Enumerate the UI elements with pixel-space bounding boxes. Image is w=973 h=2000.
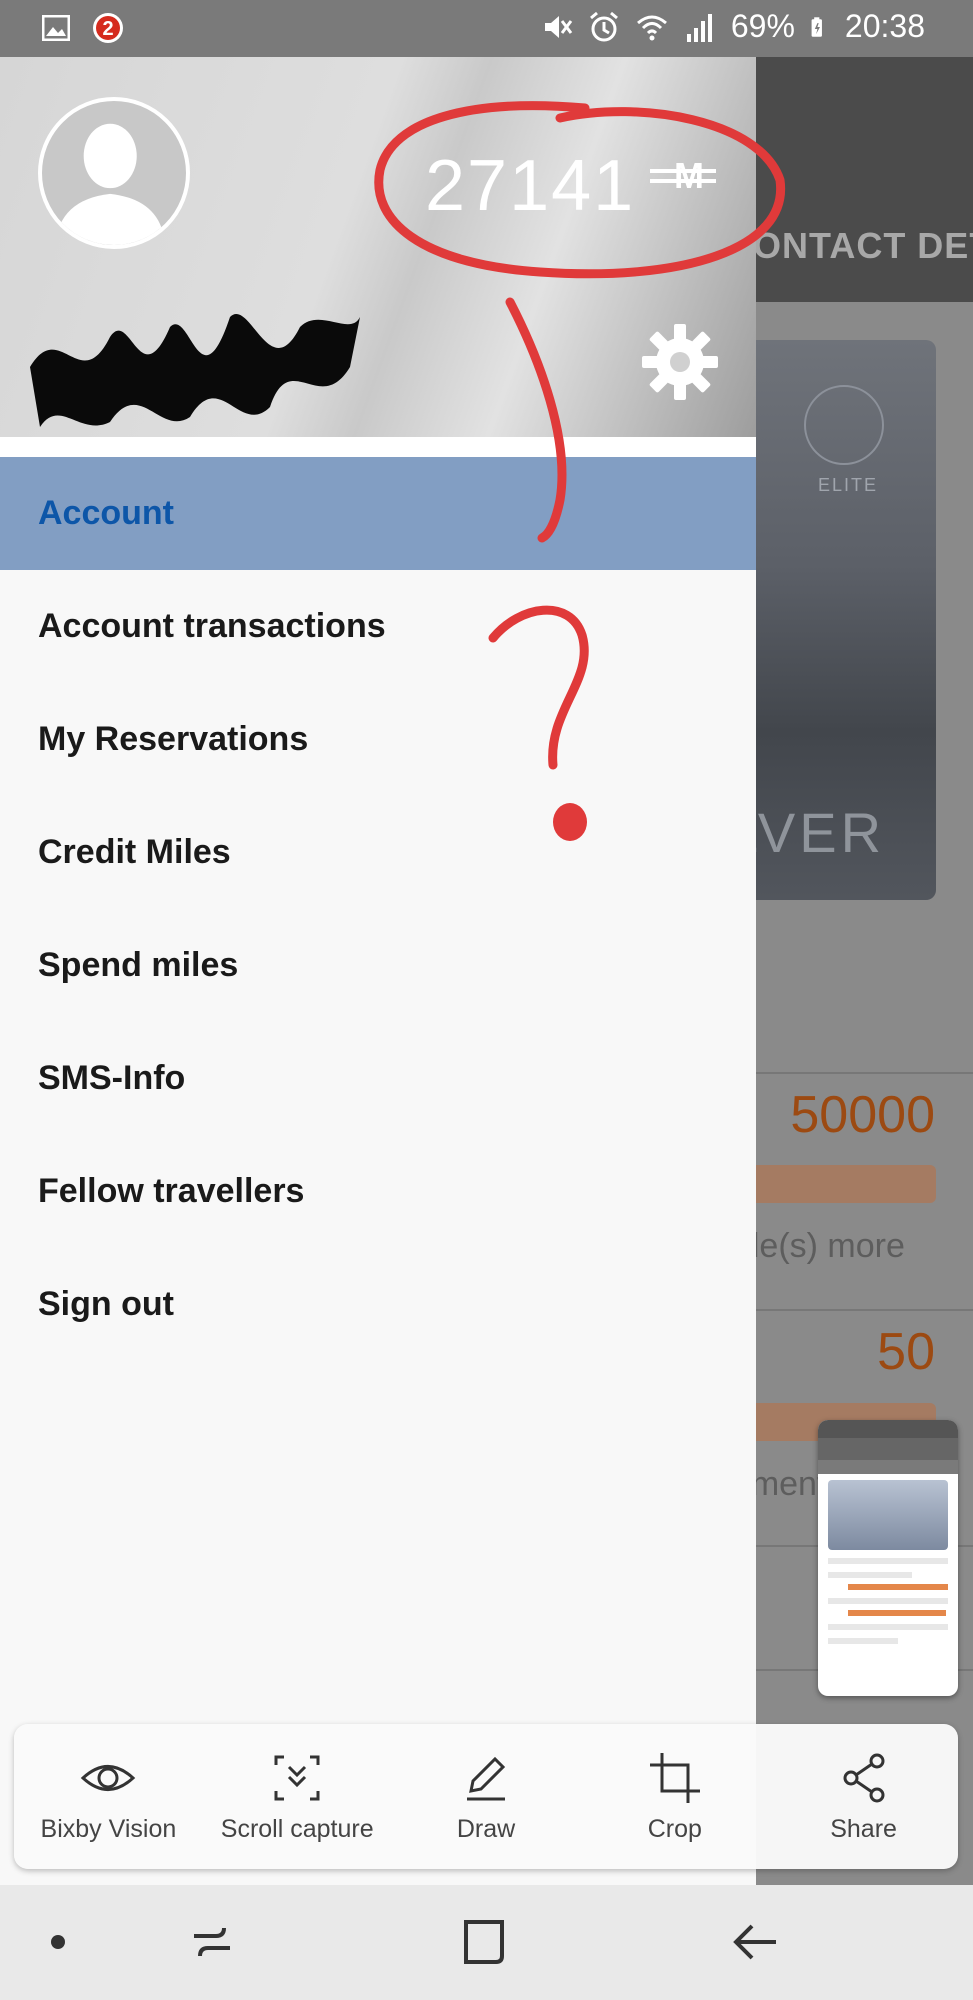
menu-item-my-reservations[interactable]: My Reservations xyxy=(0,683,756,796)
battery-icon xyxy=(811,16,822,37)
scroll-capture-button[interactable]: Scroll capture xyxy=(203,1724,392,1869)
share-button[interactable]: Share xyxy=(769,1724,958,1869)
miles-unit-icon: M xyxy=(650,155,716,206)
miles-progress-text: mile(s) more xyxy=(756,1227,905,1265)
menu-item-sms-info[interactable]: SMS-Info xyxy=(0,1022,756,1135)
system-navigation-bar xyxy=(0,1885,973,2000)
menu-item-label: My Reservations xyxy=(38,720,309,758)
menu-item-account[interactable]: Account xyxy=(0,457,756,570)
scroll-capture-icon xyxy=(274,1755,320,1801)
share-icon xyxy=(843,1753,885,1803)
miles-balance: 27141 xyxy=(425,146,636,226)
membership-card: ELITE SILVER xyxy=(756,340,936,900)
miles-progress-bar xyxy=(756,1165,936,1203)
drawer-menu: Account Account transactions My Reservat… xyxy=(0,457,756,1361)
pencil-icon xyxy=(466,1756,506,1801)
menu-item-credit-miles[interactable]: Credit Miles xyxy=(0,796,756,909)
menu-item-label: Fellow travellers xyxy=(38,1172,305,1210)
menu-item-label: Credit Miles xyxy=(38,833,231,871)
bixby-vision-button[interactable]: Bixby Vision xyxy=(14,1724,203,1869)
crop-icon xyxy=(649,1753,700,1803)
background-tab-label: CONTACT DETAILS xyxy=(756,225,973,266)
battery-percent: 69% xyxy=(730,8,795,44)
screenshot-toolbar: Bixby Vision Scroll capture Draw Crop Sh… xyxy=(14,1724,958,1869)
mute-icon xyxy=(544,15,573,38)
menu-item-sign-out[interactable]: Sign out xyxy=(0,1248,756,1361)
screenshot-thumbnail[interactable] xyxy=(818,1420,958,1696)
menu-item-label: SMS-Info xyxy=(38,1059,186,1097)
status-bar: 2 69% 20:38 xyxy=(0,0,973,57)
menu-item-account-transactions[interactable]: Account transactions xyxy=(0,570,756,683)
user-silhouette-icon xyxy=(55,123,166,245)
notification-app-icon: 2 xyxy=(93,13,123,43)
card-tier: SILVER xyxy=(756,801,886,864)
avatar[interactable] xyxy=(38,97,190,249)
menu-item-fellow-travellers[interactable]: Fellow travellers xyxy=(0,1135,756,1248)
segments-target-value: 50 xyxy=(877,1323,935,1381)
draw-button[interactable]: Draw xyxy=(392,1724,581,1869)
settings-gear-icon[interactable] xyxy=(640,322,720,402)
recent-apps-icon[interactable] xyxy=(180,1910,244,1974)
card-badge: ELITE xyxy=(818,475,879,495)
menu-item-label: Spend miles xyxy=(38,946,239,984)
navbar-dot-icon[interactable] xyxy=(26,1910,90,1974)
tool-label: Draw xyxy=(456,1815,516,1843)
menu-item-spend-miles[interactable]: Spend miles xyxy=(0,909,756,1022)
redacted-username xyxy=(30,314,360,427)
back-icon[interactable] xyxy=(724,1910,788,1974)
signal-icon xyxy=(686,13,712,42)
divider xyxy=(756,1309,973,1311)
image-icon xyxy=(42,15,70,41)
tool-label: Share xyxy=(830,1815,897,1843)
navigation-drawer: 27141 M Account Account transactions My … xyxy=(0,57,756,1885)
miles-target-value: 50000 xyxy=(790,1086,935,1144)
home-icon[interactable] xyxy=(452,1910,516,1974)
tool-label: Crop xyxy=(647,1815,702,1843)
card-logo xyxy=(804,385,884,465)
header-separator xyxy=(0,437,756,457)
clock: 20:38 xyxy=(844,8,925,44)
alarm-icon xyxy=(589,11,618,41)
menu-item-label: Account xyxy=(38,494,174,532)
crop-button[interactable]: Crop xyxy=(580,1724,769,1869)
svg-text:M: M xyxy=(674,155,704,195)
svg-text:2: 2 xyxy=(102,18,113,40)
menu-item-label: Account transactions xyxy=(38,607,386,645)
tool-label: Bixby Vision xyxy=(40,1815,177,1843)
wifi-icon xyxy=(636,15,667,40)
drawer-header: 27141 M xyxy=(0,57,756,437)
menu-item-label: Sign out xyxy=(38,1285,174,1323)
divider xyxy=(756,1072,973,1074)
tool-label: Scroll capture xyxy=(220,1815,374,1843)
background-app-header: CONTACT DETAILS xyxy=(756,57,973,302)
eye-icon xyxy=(81,1765,136,1791)
